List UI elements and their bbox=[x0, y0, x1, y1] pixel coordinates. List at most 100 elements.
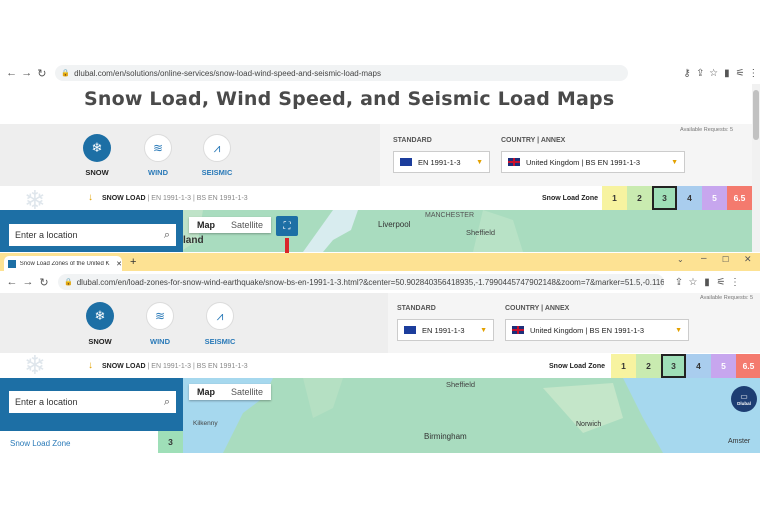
search-icon[interactable]: ⌕ bbox=[164, 396, 170, 409]
breadcrumb-item[interactable]: BS EN 1991-1-3 bbox=[197, 195, 248, 202]
zone-3[interactable]: 3 bbox=[661, 354, 686, 378]
zone-4[interactable]: 4 bbox=[677, 186, 702, 210]
address-bar[interactable]: 🔒 dlubal.com/en/solutions/online-service… bbox=[55, 65, 629, 81]
star-icon[interactable]: ☆ bbox=[686, 277, 700, 288]
top-country-select[interactable]: United Kingdom | BS EN 1991-1-3 ▼ bbox=[501, 151, 685, 173]
url-text: dlubal.com/en/solutions/online-services/… bbox=[74, 68, 381, 78]
bottom-available-requests: Available Requests: 5 bbox=[700, 295, 754, 301]
uk-flag-icon bbox=[508, 158, 520, 166]
bottom-map-label-amster: Amster bbox=[728, 438, 751, 445]
dlubal-logo-button[interactable]: ▭ Dlubal bbox=[731, 386, 757, 412]
window-close-icon[interactable]: ✕ bbox=[744, 254, 752, 265]
top-scrollbar[interactable] bbox=[752, 84, 760, 252]
zone-4[interactable]: 4 bbox=[686, 354, 711, 378]
bottom-satellite-button[interactable]: Satellite bbox=[223, 384, 271, 400]
breadcrumb-item[interactable]: BS EN 1991-1-3 bbox=[197, 363, 248, 370]
reload-icon[interactable]: ↻ bbox=[34, 67, 49, 80]
bottom-tab-title: Snow Load Zones of the United K bbox=[19, 260, 110, 267]
bottom-snow-label: SNOW bbox=[88, 337, 112, 346]
zone-6-5[interactable]: 6.5 bbox=[736, 354, 760, 378]
top-map-label-manchester: MANCHESTER bbox=[425, 212, 475, 219]
bottom-breadcrumb: SNOW LOAD | EN 1991-1-3 | BS EN 1991-1-3 bbox=[102, 363, 248, 370]
breadcrumb-item[interactable]: SNOW LOAD bbox=[102, 195, 146, 202]
top-seismic-button[interactable]: ⩘ bbox=[203, 134, 231, 162]
top-wind-button[interactable]: ≋ bbox=[144, 134, 172, 162]
eu-flag-icon bbox=[400, 158, 412, 166]
top-standard-select[interactable]: EN 1991-1-3 ▼ bbox=[393, 151, 490, 173]
window-minimize-icon[interactable]: – bbox=[701, 253, 707, 264]
top-map-type-toggle: Map Satellite bbox=[189, 217, 272, 233]
zone-5[interactable]: 5 bbox=[702, 186, 727, 210]
back-icon[interactable]: ← bbox=[4, 67, 19, 79]
top-breadcrumb: SNOW LOAD | EN 1991-1-3 | BS EN 1991-1-3 bbox=[102, 195, 248, 202]
extension-icon[interactable]: ⚟ bbox=[733, 68, 746, 79]
share-icon[interactable]: ⇪ bbox=[694, 68, 707, 79]
tab-close-icon[interactable]: ✕ bbox=[116, 260, 122, 268]
extension-icon[interactable]: ⚟ bbox=[714, 277, 728, 288]
zone-1[interactable]: 1 bbox=[602, 186, 627, 210]
forward-icon[interactable]: → bbox=[19, 67, 34, 79]
top-map-label-sheffield: Sheffield bbox=[466, 228, 496, 237]
result-label: Snow Load Zone bbox=[10, 439, 71, 448]
bottom-country-select[interactable]: United Kingdom | BS EN 1991-1-3 ▼ bbox=[505, 319, 689, 341]
top-country-label: COUNTRY | ANNEX bbox=[501, 137, 566, 144]
top-map-label-land: land bbox=[183, 235, 204, 246]
bottom-map-button[interactable]: Map bbox=[189, 384, 223, 400]
window-maximize-icon[interactable]: ☐ bbox=[722, 255, 729, 264]
zone-2[interactable]: 2 bbox=[636, 354, 661, 378]
bottom-standard-label: STANDARD bbox=[397, 305, 436, 312]
reload-icon[interactable]: ↻ bbox=[36, 276, 52, 289]
breadcrumb-item[interactable]: EN 1991-1-3 bbox=[151, 195, 191, 202]
top-map-button[interactable]: Map bbox=[189, 217, 223, 233]
zone-5[interactable]: 5 bbox=[711, 354, 736, 378]
share-icon[interactable]: ⇪ bbox=[672, 277, 686, 288]
zone-2[interactable]: 2 bbox=[627, 186, 652, 210]
bottom-country-label: COUNTRY | ANNEX bbox=[505, 305, 570, 312]
dlubal-logo-text: Dlubal bbox=[737, 400, 751, 406]
bottom-tab[interactable]: Snow Load Zones of the United K ✕ bbox=[4, 256, 122, 271]
address-bar[interactable]: 🔒 dlubal.com/en/load-zones-for-snow-wind… bbox=[58, 274, 664, 290]
top-browser-toolbar: ← → ↻ 🔒 dlubal.com/en/solutions/online-s… bbox=[0, 62, 760, 84]
bottom-snow-button[interactable]: ❄ bbox=[86, 302, 114, 330]
forward-icon[interactable]: → bbox=[20, 276, 36, 288]
star-icon[interactable]: ☆ bbox=[707, 68, 720, 79]
key-icon[interactable]: ⚷ bbox=[680, 68, 693, 79]
sidebar-icon[interactable]: ▮ bbox=[720, 68, 733, 79]
search-icon[interactable]: ⌕ bbox=[164, 229, 170, 242]
top-wind-label: WIND bbox=[148, 168, 168, 177]
bottom-zone-label: Snow Load Zone bbox=[549, 363, 605, 370]
bottom-location-placeholder: Enter a location bbox=[15, 397, 78, 407]
lock-icon: 🔒 bbox=[61, 70, 71, 77]
bottom-country-value: United Kingdom | BS EN 1991-1-3 bbox=[530, 325, 645, 335]
zone-6-5[interactable]: 6.5 bbox=[727, 186, 752, 210]
bottom-browser-toolbar: ← → ↻ 🔒 dlubal.com/en/load-zones-for-sno… bbox=[0, 271, 760, 293]
back-icon[interactable]: ← bbox=[4, 276, 20, 288]
breadcrumb-item[interactable]: SNOW LOAD bbox=[102, 363, 146, 370]
zone-1[interactable]: 1 bbox=[611, 354, 636, 378]
top-zone-legend: 1 2 3 4 5 6.5 bbox=[602, 186, 752, 210]
bottom-seismic-button[interactable]: ⩘ bbox=[206, 302, 234, 330]
zone-3[interactable]: 3 bbox=[652, 186, 677, 210]
menu-icon[interactable]: ⋮ bbox=[728, 277, 742, 288]
breadcrumb-item[interactable]: EN 1991-1-3 bbox=[151, 363, 191, 370]
menu-icon[interactable]: ⋮ bbox=[747, 68, 760, 79]
window-chevron-icon[interactable]: ⌄ bbox=[677, 255, 684, 264]
scrollbar-thumb[interactable] bbox=[753, 90, 759, 140]
chevron-down-icon: ▼ bbox=[671, 158, 678, 166]
url-text: dlubal.com/en/load-zones-for-snow-wind-e… bbox=[76, 277, 664, 287]
top-country-value: United Kingdom | BS EN 1991-1-3 bbox=[526, 157, 641, 167]
bottom-map-label-norwich: Norwich bbox=[576, 421, 602, 428]
bottom-standard-select[interactable]: EN 1991-1-3 ▼ bbox=[397, 319, 494, 341]
top-snow-button[interactable]: ❄ bbox=[83, 134, 111, 162]
result-value: 3 bbox=[158, 431, 183, 453]
top-location-input[interactable]: Enter a location ⌕ bbox=[9, 224, 176, 246]
bottom-arrow-down-icon: ↓ bbox=[88, 360, 93, 371]
bottom-location-input[interactable]: Enter a location ⌕ bbox=[9, 391, 176, 413]
top-satellite-button[interactable]: Satellite bbox=[223, 217, 271, 233]
page-title: Snow Load, Wind Speed, and Seismic Load … bbox=[84, 88, 615, 110]
bottom-seismic-label: SEISMIC bbox=[204, 337, 236, 346]
sidebar-icon[interactable]: ▮ bbox=[700, 277, 714, 288]
screenshot-capture-icon[interactable]: ⛶ bbox=[276, 216, 298, 236]
new-tab-icon[interactable]: + bbox=[130, 256, 136, 268]
bottom-wind-button[interactable]: ≋ bbox=[146, 302, 174, 330]
